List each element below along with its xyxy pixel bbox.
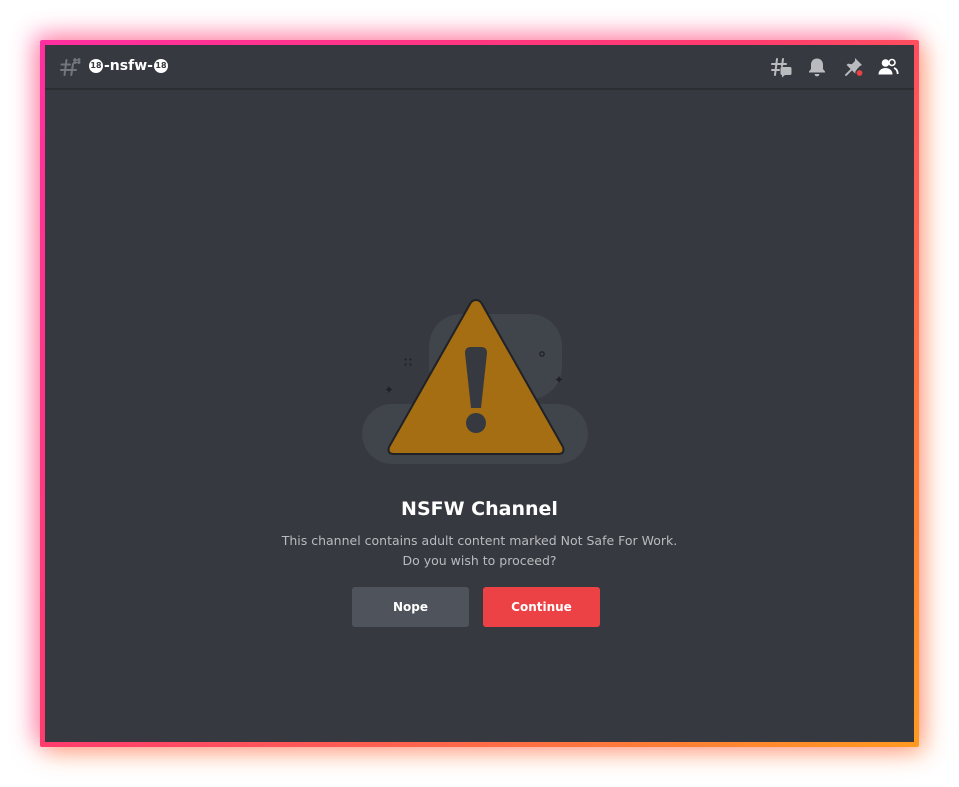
gate-description-line: Do you wish to proceed? [402,553,557,568]
continue-button[interactable]: Continue [483,587,600,627]
gate-buttons: Nope Continue [352,587,600,627]
member-list-icon[interactable] [877,56,899,78]
nsfw-hashtag-icon [60,58,81,76]
gate-description: This channel contains adult content mark… [45,531,914,571]
gate-title: NSFW Channel [401,498,558,520]
gate-description-line: This channel contains adult content mark… [281,533,678,548]
channel-header: 18 -nsfw- 18 [45,45,914,89]
threads-icon[interactable] [770,56,792,78]
bell-icon[interactable] [806,56,828,78]
nope-button[interactable]: Nope [352,587,469,627]
channel-name-text: -nsfw- [104,58,153,74]
pin-icon[interactable] [842,56,864,78]
window-frame: 18 -nsfw- 18 NSFW Channel This channel c… [40,40,919,747]
channel-name: 18 -nsfw- 18 [88,57,169,75]
age-18-badge-icon: 18 [89,59,103,73]
age-18-badge-icon: 18 [153,59,168,73]
nsfw-gate: NSFW Channel This channel contains adult… [45,89,914,742]
warning-illustration-icon [362,298,588,464]
app-window: 18 -nsfw- 18 NSFW Channel This channel c… [45,45,914,742]
